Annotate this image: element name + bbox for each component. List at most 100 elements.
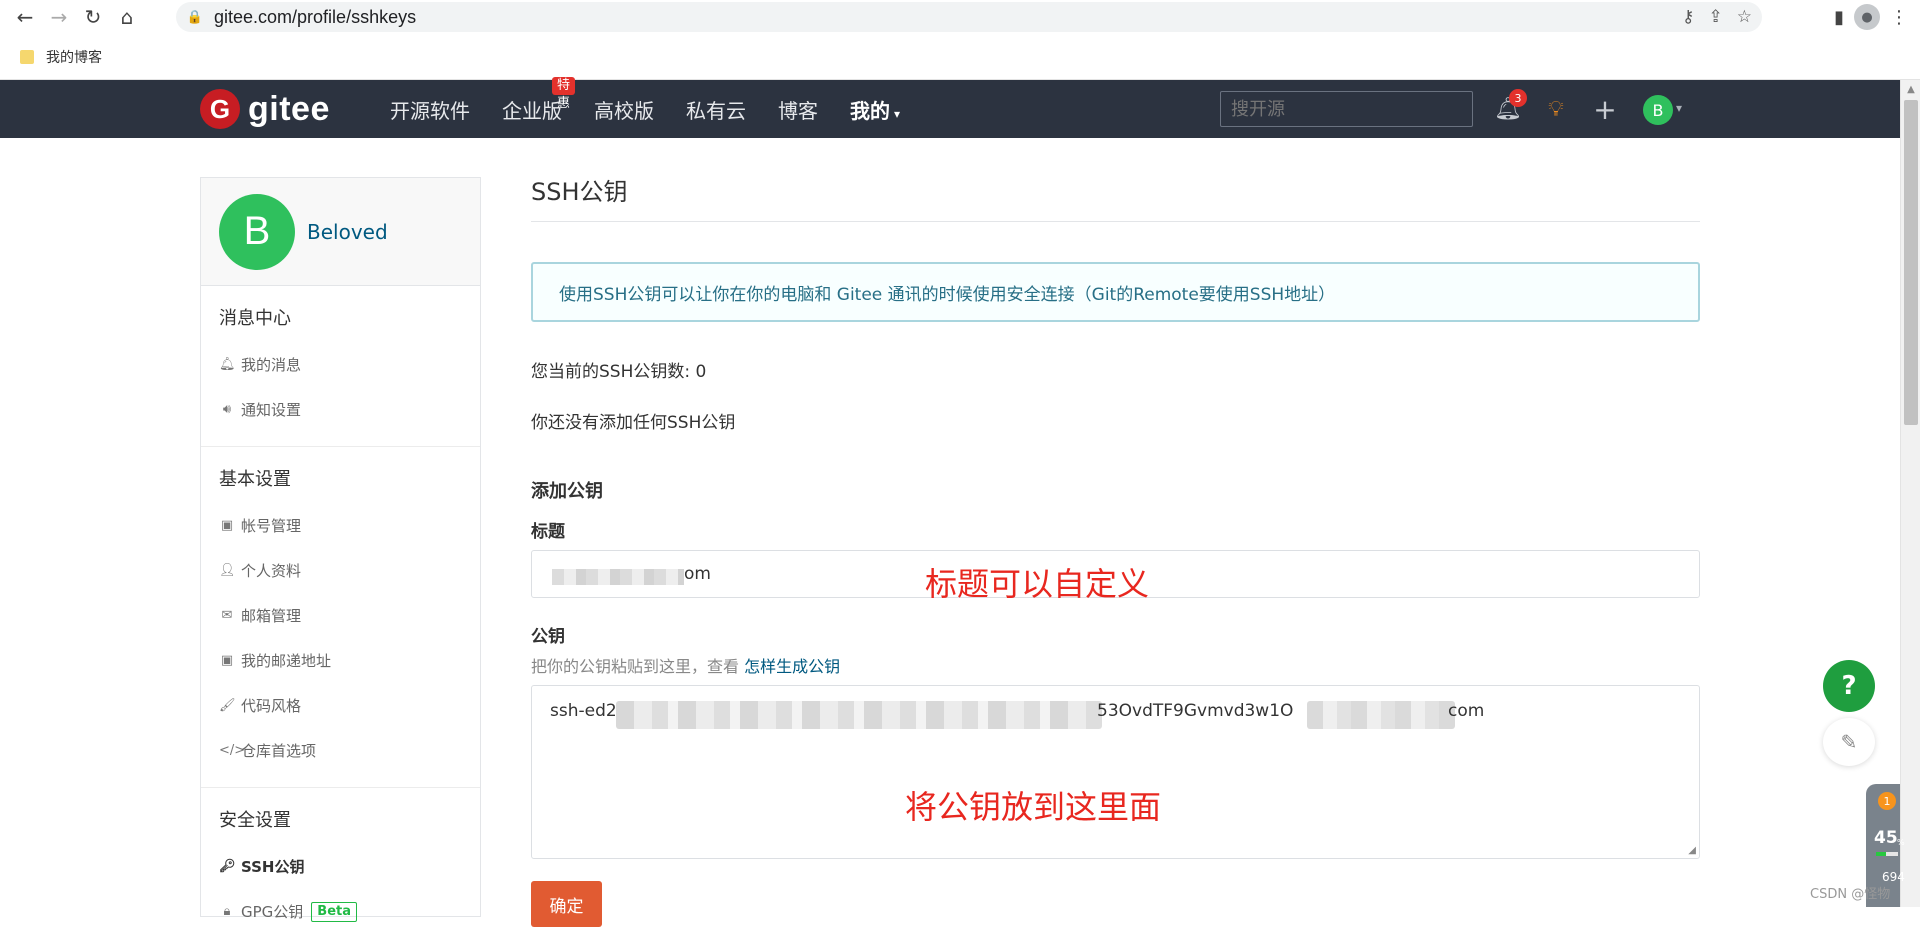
sidebar-item-label: 通知设置 [241,401,302,419]
sidebar-item-code-style[interactable]: 🖌︎ 代码风格 [201,683,480,728]
key-icon: 🔑︎ [219,859,236,874]
blurred-text [616,701,1102,729]
group-title: 安全设置 [219,810,291,831]
sidebar-item-label: 个人资料 [241,562,302,580]
user-card: B Beloved [201,178,480,286]
lock-icon[interactable]: 🔒 [184,10,206,25]
perf-count: 694 [1882,870,1905,884]
sidebar-item-label: 仓库首选项 [241,742,317,760]
reload-icon[interactable]: ↻ [76,0,110,34]
sidebar-item-label: 帐号管理 [241,517,302,535]
site-header: G gitee 开源软件 企业版 特惠 高校版 私有云 博客 我的▾ 🔔︎ 3 … [0,76,1900,138]
beta-badge: Beta [311,901,358,922]
key-text-prefix: ssh-ed2 [550,701,617,721]
top-nav: 开源软件 企业版 特惠 高校版 私有云 博客 我的 ▾ [390,76,932,138]
perf-bar-fill [1876,852,1886,856]
page-scrollbar[interactable]: ▲ [1900,80,1920,907]
scrollbar-thumb[interactable] [1904,100,1918,425]
plus-icon[interactable]: + [1590,93,1620,126]
bell-icon: 🔔︎ [219,357,236,372]
header-avatar[interactable]: B [1643,95,1673,125]
chevron-down-icon[interactable]: ▾ [1676,101,1682,115]
key-text-suffix: com [1448,701,1485,721]
key-hint-text: 把你的公钥粘贴到这里，查看 [531,657,740,676]
feedback-edit-icon[interactable]: ✎ [1823,718,1875,766]
forward-icon[interactable]: → [42,0,76,34]
sidebar-item-repo-preferences[interactable]: </> 仓库首选项 [201,728,480,773]
title-input-value: om [684,564,711,584]
group-title: 基本设置 [219,469,291,490]
back-icon[interactable]: ← [8,0,42,34]
sidebar-item-profile[interactable]: 👤︎ 个人资料 [201,548,480,593]
bookmark-item[interactable]: 我的博客 [46,47,102,67]
add-key-heading: 添加公钥 [531,481,603,502]
id-card-icon: ▣ [220,518,234,533]
key-icon[interactable]: ⚷ [1682,7,1694,27]
group-title: 消息中心 [219,308,291,329]
perf-percent: 45 [1874,828,1898,848]
avatar[interactable]: B [219,193,295,270]
sidebar-item-account[interactable]: ▣ 帐号管理 [201,503,480,548]
nav-blog[interactable]: 博客 [778,95,818,124]
sidebar-item-my-messages[interactable]: 🔔︎ 我的消息 [201,342,480,387]
nav-enterprise[interactable]: 企业版 特惠 [502,76,576,124]
how-to-generate-link[interactable]: 怎样生成公钥 [744,657,840,676]
gitee-logo[interactable]: G gitee [200,88,330,130]
watermark: CSDN @怪物 [1810,887,1891,902]
star-icon[interactable]: ☆ [1737,7,1752,27]
sidebar-item-label: GPG公钥 [241,903,304,921]
perf-bar [1876,852,1898,856]
lightbulb-icon[interactable]: 💡︎ [1541,94,1571,124]
key-label: 公钥 [531,627,565,647]
sidebar-item-label: 邮箱管理 [241,607,302,625]
address-url[interactable]: gitee.com/profile/sshkeys [214,7,416,28]
menu-icon[interactable]: ⋮ [1890,7,1908,28]
sidebar-item-emails[interactable]: ✉ 邮箱管理 [201,593,480,638]
code-icon: </> [219,743,246,758]
empty-message: 你还没有添加任何SSH公钥 [531,413,736,433]
blurred-text [552,569,684,585]
main-content: SSH公钥 使用SSH公钥可以让你在你的电脑和 Gitee 通讯的时候使用安全连… [531,177,1700,927]
nav-education[interactable]: 高校版 [594,95,654,124]
settings-sidebar: B Beloved 消息中心 🔔︎ 我的消息 🔊︎ 通知设置 基本设置 ▣ 帐号管理 … [200,177,481,922]
sidebar-item-address[interactable]: ▣ 我的邮递地址 [201,638,480,683]
perf-badge: 1 [1878,792,1896,810]
address-bar[interactable]: 🔒 gitee.com/profile/sshkeys ⚷ ⇪ ☆ [176,2,1762,32]
sidebar-item-label: 代码风格 [241,697,302,715]
page-title: SSH公钥 [531,177,1700,222]
notification-bell-icon[interactable]: 🔔︎ 3 [1493,89,1527,124]
nav-mine-label: 我的 [850,98,890,123]
username[interactable]: Beloved [307,220,388,244]
public-key-textarea[interactable]: ssh-ed2 53OvdTF9Gvmvd3w1O com 将公钥放到这里面 ◢ [531,685,1700,859]
promo-badge: 特惠 [552,76,576,111]
nav-mine[interactable]: 我的 ▾ [850,95,900,124]
nav-private-cloud[interactable]: 私有云 [686,95,746,124]
scroll-up-arrow-icon[interactable]: ▲ [1901,84,1920,95]
lock-icon: 🔒︎ [223,904,231,919]
nav-enterprise-label: 企业版 [502,98,562,123]
sidebar-item-notification-settings[interactable]: 🔊︎ 通知设置 [201,387,480,432]
group-messages: 消息中心 🔔︎ 我的消息 🔊︎ 通知设置 [201,286,480,447]
gitee-logo-icon: G [200,89,240,129]
sidebar-item-ssh-keys[interactable]: 🔑︎ SSH公钥 [201,844,480,889]
sidebar-item-gpg-keys[interactable]: 🔒︎ GPG公钥 Beta [201,889,480,934]
resize-handle-icon[interactable]: ◢ [1688,845,1696,856]
sidebar-item-label: 我的消息 [241,356,302,374]
search-input[interactable] [1220,91,1473,127]
title-annotation: 标题可以自定义 [925,565,1150,603]
help-button[interactable]: ? [1823,660,1875,712]
home-icon[interactable]: ⌂ [110,0,144,34]
side-panel-icon[interactable]: ▮ [1834,7,1844,28]
info-message: 使用SSH公钥可以让你在你的电脑和 Gitee 通讯的时候使用安全连接（Git的… [531,262,1700,322]
title-label: 标题 [531,522,565,542]
profile-icon[interactable]: ● [1854,4,1880,30]
nav-open-source[interactable]: 开源软件 [390,95,470,124]
group-basic-settings: 基本设置 ▣ 帐号管理 👤︎ 个人资料 ✉ 邮箱管理 ▣ 我的邮递地址 🖌︎ 代码风格 <… [201,447,480,788]
address-card-icon: ▣ [220,653,234,668]
share-icon[interactable]: ⇪ [1709,7,1723,27]
key-hint: 把你的公钥粘贴到这里，查看 怎样生成公钥 [531,653,1700,677]
submit-button[interactable]: 确定 [531,881,602,927]
notification-count-badge: 3 [1509,89,1527,107]
title-input[interactable]: om 标题可以自定义 [531,550,1700,603]
logo-text: gitee [248,89,330,128]
